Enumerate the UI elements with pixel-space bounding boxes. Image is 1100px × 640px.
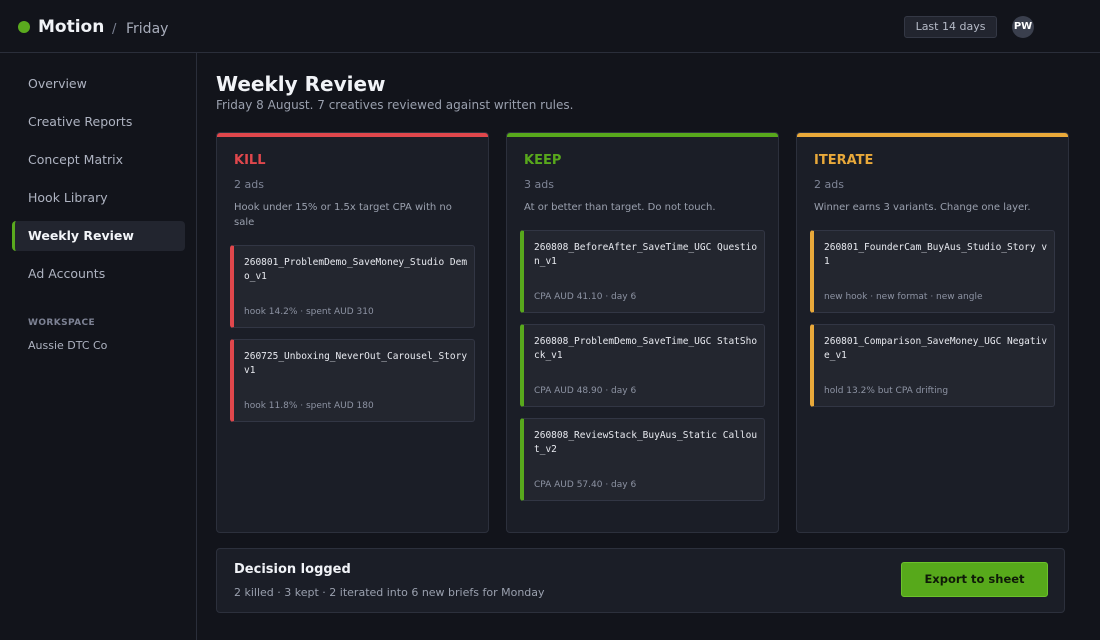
creative-card[interactable]: 260801_ProblemDemo_SaveMoney_Studio Demo… [230,245,475,328]
column-title: KILL [234,153,266,168]
keep-column: KEEP 3 ads At or better than target. Do … [506,132,779,533]
creative-meta: CPA AUD 57.40 · day 6 [534,480,637,490]
column-rule: Hook under 15% or 1.5x target CPA with n… [234,202,452,228]
sidebar-item-creative-reports[interactable]: Creative Reports [12,107,185,137]
creative-meta: hook 14.2% · spent AUD 310 [244,307,374,317]
iterate-column: ITERATE 2 ads Winner earns 3 variants. C… [796,132,1069,533]
decision-title: Decision logged [234,562,351,577]
creative-name: 260725_Unboxing_NeverOut_Carousel_Story … [244,351,468,376]
creative-card[interactable]: 260808_ProblemDemo_SaveTime_UGC StatShoc… [520,324,765,407]
page-subtitle: Friday 8 August. 7 creatives reviewed ag… [216,98,574,112]
creative-meta: hook 11.8% · spent AUD 180 [244,401,374,411]
column-count: 3 ads [524,178,554,191]
column-accent-bar [217,133,488,137]
workspace-name[interactable]: Aussie DTC Co [28,339,107,352]
decision-panel: Decision logged 2 killed · 3 kept · 2 it… [216,548,1065,613]
creative-meta: new hook · new format · new angle [824,292,983,302]
sidebar: Overview Creative Reports Concept Matrix… [0,53,197,640]
sidebar-item-weekly-review[interactable]: Weekly Review [12,221,185,251]
creative-card[interactable]: 260725_Unboxing_NeverOut_Carousel_Story … [230,339,475,422]
breadcrumb-separator: / [112,22,117,37]
workspace-label: WORKSPACE [28,318,96,328]
column-title: KEEP [524,153,562,168]
app-name: Motion [38,17,105,37]
column-rule: At or better than target. Do not touch. [524,202,716,213]
creative-card[interactable]: 260808_ReviewStack_BuyAus_Static Callout… [520,418,765,501]
creative-card[interactable]: 260808_BeforeAfter_SaveTime_UGC Question… [520,230,765,313]
creative-card[interactable]: 260801_FounderCam_BuyAus_Studio_Story v1… [810,230,1055,313]
creative-name: 260808_ReviewStack_BuyAus_Static Callout… [534,430,758,455]
sidebar-item-ad-accounts[interactable]: Ad Accounts [12,259,185,289]
creative-meta: hold 13.2% but CPA drifting [824,386,949,396]
column-count: 2 ads [814,178,844,191]
creative-name: 260808_BeforeAfter_SaveTime_UGC Question… [534,242,758,267]
column-accent-bar [797,133,1068,137]
kill-column: KILL 2 ads Hook under 15% or 1.5x target… [216,132,489,533]
sidebar-item-concept-matrix[interactable]: Concept Matrix [12,145,185,175]
top-bar: Motion / Friday Last 14 days PW [0,0,1100,53]
breadcrumb[interactable]: Friday [126,21,168,37]
export-button[interactable]: Export to sheet [901,562,1048,597]
column-count: 2 ads [234,178,264,191]
creative-name: 260801_Comparison_SaveMoney_UGC Negative… [824,336,1048,361]
decision-summary: 2 killed · 3 kept · 2 iterated into 6 ne… [234,586,545,599]
creative-name: 260801_FounderCam_BuyAus_Studio_Story v1 [824,242,1048,267]
page-title: Weekly Review [216,72,386,96]
creative-meta: CPA AUD 41.10 · day 6 [534,292,637,302]
column-rule: Winner earns 3 variants. Change one laye… [814,202,1031,213]
date-range-button[interactable]: Last 14 days [904,16,997,38]
creative-meta: CPA AUD 48.90 · day 6 [534,386,637,396]
logo-icon [18,21,30,33]
creative-name: 260801_ProblemDemo_SaveMoney_Studio Demo… [244,257,468,282]
avatar[interactable]: PW [1012,16,1034,38]
column-accent-bar [507,133,778,137]
creative-name: 260808_ProblemDemo_SaveTime_UGC StatShoc… [534,336,758,361]
sidebar-item-overview[interactable]: Overview [12,69,185,99]
sidebar-item-hook-library[interactable]: Hook Library [12,183,185,213]
creative-card[interactable]: 260801_Comparison_SaveMoney_UGC Negative… [810,324,1055,407]
column-title: ITERATE [814,153,874,168]
